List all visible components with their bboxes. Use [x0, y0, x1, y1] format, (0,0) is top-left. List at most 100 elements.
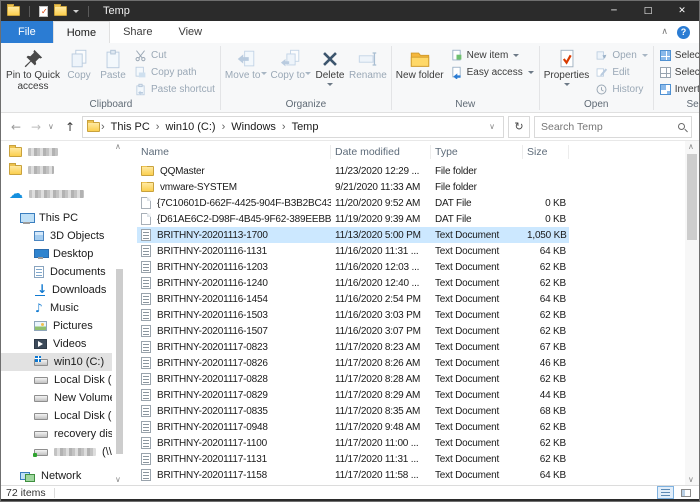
- sidebar-item-new-volume-e-[interactable]: New Volume (E:): [1, 389, 112, 407]
- sidebar-scrollbar[interactable]: ∧ ∨: [113, 141, 126, 485]
- large-icons-view-toggle[interactable]: [677, 486, 694, 499]
- paste-button[interactable]: Paste: [96, 45, 130, 82]
- breadcrumb-item[interactable]: This PC: [106, 121, 155, 133]
- qat-properties-icon[interactable]: [39, 6, 48, 17]
- new-folder-button[interactable]: New folder: [394, 45, 446, 82]
- sidebar-item-local-disk-g-[interactable]: Local Disk (G:): [1, 407, 112, 425]
- table-row[interactable]: BRITHNY-20201117-082311/17/2020 8:23 AMT…: [137, 339, 569, 355]
- sidebar-item-network[interactable]: Network: [1, 467, 112, 485]
- move-to-button[interactable]: Move to: [223, 45, 269, 82]
- recent-locations-chevron-icon[interactable]: ∨: [48, 122, 58, 131]
- sidebar-item-win10-c-[interactable]: win10 (C:): [1, 353, 112, 371]
- table-row[interactable]: BRITHNY-20201116-150711/16/2020 3:07 PMT…: [137, 323, 569, 339]
- tab-file[interactable]: File: [1, 21, 53, 43]
- table-row[interactable]: BRITHNY-20201117-083511/17/2020 8:35 AMT…: [137, 403, 569, 419]
- sidebar-item-desktop[interactable]: Desktop: [1, 245, 112, 263]
- column-header-date-modified[interactable]: Date modified: [331, 145, 431, 159]
- invert-selection-button[interactable]: Invert selection: [660, 82, 699, 96]
- open-button[interactable]: Open: [595, 48, 647, 62]
- copy-to-button[interactable]: Copy to: [269, 45, 313, 82]
- sidebar-scrollbar-thumb[interactable]: [116, 269, 123, 454]
- table-row[interactable]: BRITHNY-20201116-150311/16/2020 3:03 PMT…: [137, 307, 569, 323]
- sidebar-item-redacted[interactable]: [1, 143, 112, 161]
- select-none-button[interactable]: Select none: [660, 65, 699, 79]
- table-row[interactable]: BRITHNY-20201117-094811/17/2020 9:48 AMT…: [137, 419, 569, 435]
- details-view-toggle[interactable]: [657, 486, 674, 499]
- sidebar-scroll-up-icon[interactable]: ∧: [115, 142, 121, 151]
- file-date: 11/17/2020 11:00 ...: [331, 438, 431, 449]
- column-header-size[interactable]: Size: [523, 145, 569, 159]
- pin-to-quick-access-button[interactable]: Pin to Quick access: [4, 45, 62, 93]
- sidebar-item-videos[interactable]: Videos: [1, 335, 112, 353]
- tab-view[interactable]: View: [165, 21, 215, 43]
- rename-button[interactable]: Rename: [347, 45, 389, 82]
- close-button[interactable]: ✕: [665, 1, 699, 21]
- table-row[interactable]: QQMaster11/23/2020 12:29 ...File folder: [137, 163, 569, 179]
- table-row[interactable]: {7C10601D-662F-4425-904F-B3B2BC43E6...11…: [137, 195, 569, 211]
- address-dropdown-chevron-icon[interactable]: ∨: [485, 122, 499, 131]
- table-row[interactable]: vmware-SYSTEM9/21/2020 11:33 AMFile fold…: [137, 179, 569, 195]
- cut-button[interactable]: Cut: [134, 48, 215, 62]
- list-scrollbar[interactable]: ∧ ∨: [685, 141, 699, 485]
- sidebar-item-redacted[interactable]: [1, 161, 112, 179]
- table-row[interactable]: {D61AE6C2-D98F-4B45-9F62-389EEBB27A...11…: [137, 211, 569, 227]
- sidebar-item-redacted[interactable]: [1, 185, 112, 203]
- tab-home[interactable]: Home: [53, 21, 110, 43]
- search-icon[interactable]: [678, 123, 685, 130]
- sidebar-item-music[interactable]: Music: [1, 299, 112, 317]
- column-header-type[interactable]: Type: [431, 145, 523, 159]
- table-row[interactable]: BRITHNY-20201116-120311/16/2020 12:03 ..…: [137, 259, 569, 275]
- maximize-button[interactable]: □: [631, 1, 665, 21]
- breadcrumb-box[interactable]: › This PC›win10 (C:)›Windows›Temp ∨: [82, 116, 504, 138]
- back-button[interactable]: ←: [8, 120, 24, 134]
- select-all-button[interactable]: Select all: [660, 48, 699, 62]
- breadcrumb-item[interactable]: Windows: [226, 121, 281, 133]
- sidebar-item-documents[interactable]: Documents: [1, 263, 112, 281]
- table-row[interactable]: BRITHNY-20201116-145411/16/2020 2:54 PMT…: [137, 291, 569, 307]
- properties-button[interactable]: Properties: [542, 45, 592, 90]
- forward-button[interactable]: →: [28, 120, 44, 134]
- copy-button[interactable]: Copy: [62, 45, 96, 82]
- help-icon[interactable]: ?: [677, 26, 690, 39]
- navigation-pane: This PC3D ObjectsDesktopDocumentsDownloa…: [1, 141, 127, 485]
- minimize-button[interactable]: ─: [597, 1, 631, 21]
- titlebar-separator: [88, 6, 89, 17]
- edit-button[interactable]: Edit: [595, 65, 647, 79]
- column-header-name[interactable]: Name: [137, 145, 331, 159]
- list-scroll-down-icon[interactable]: ∨: [688, 475, 694, 484]
- sidebar-item-downloads[interactable]: Downloads: [1, 281, 112, 299]
- sidebar-item-this-pc[interactable]: This PC: [1, 209, 112, 227]
- table-row[interactable]: BRITHNY-20201117-082611/17/2020 8:26 AMT…: [137, 355, 569, 371]
- table-row[interactable]: BRITHNY-20201117-110011/17/2020 11:00 ..…: [137, 435, 569, 451]
- table-row[interactable]: BRITHNY-20201117-113111/17/2020 11:31 ..…: [137, 451, 569, 467]
- history-button[interactable]: History: [595, 82, 647, 96]
- refresh-button[interactable]: ↻: [508, 116, 530, 138]
- sidebar-item-3d-objects[interactable]: 3D Objects: [1, 227, 112, 245]
- table-row[interactable]: BRITHNY-20201116-124011/16/2020 12:40 ..…: [137, 275, 569, 291]
- breadcrumb-item[interactable]: win10 (C:): [160, 121, 220, 133]
- table-row[interactable]: BRITHNY-20201117-082811/17/2020 8:28 AMT…: [137, 371, 569, 387]
- sidebar-item-recovery-disk-k-[interactable]: recovery disk (K:): [1, 425, 112, 443]
- delete-button[interactable]: Delete: [313, 45, 347, 90]
- table-row[interactable]: BRITHNY-20201116-113111/16/2020 11:31 ..…: [137, 243, 569, 259]
- qat-customize-chevron-icon[interactable]: [73, 10, 79, 16]
- table-row[interactable]: BRITHNY-20201113-170011/13/2020 5:00 PMT…: [137, 227, 569, 243]
- paste-shortcut-button[interactable]: Paste shortcut: [134, 82, 215, 96]
- breadcrumb-item[interactable]: Temp: [287, 121, 324, 133]
- up-button[interactable]: ↑: [62, 120, 78, 134]
- copy-path-button[interactable]: Copy path: [134, 65, 215, 79]
- list-scroll-up-icon[interactable]: ∧: [688, 142, 694, 151]
- list-scrollbar-thumb[interactable]: [687, 154, 697, 240]
- table-row[interactable]: BRITHNY-20201117-115811/17/2020 11:58 ..…: [137, 467, 569, 483]
- search-input[interactable]: [541, 121, 674, 133]
- qat-new-folder-icon[interactable]: [54, 6, 67, 16]
- tab-share[interactable]: Share: [110, 21, 165, 43]
- easy-access-button[interactable]: Easy access: [450, 65, 534, 79]
- table-row[interactable]: BRITHNY-20201117-082911/17/2020 8:29 AMT…: [137, 387, 569, 403]
- sidebar-item-pictures[interactable]: Pictures: [1, 317, 112, 335]
- sidebar-item-local-disk-d-[interactable]: Local Disk (D:): [1, 371, 112, 389]
- sidebar-scroll-down-icon[interactable]: ∨: [115, 475, 121, 484]
- sidebar-item--1[interactable]: (\\1: [1, 443, 112, 461]
- collapse-ribbon-icon[interactable]: ∧: [661, 27, 668, 37]
- new-item-button[interactable]: New item: [450, 48, 534, 62]
